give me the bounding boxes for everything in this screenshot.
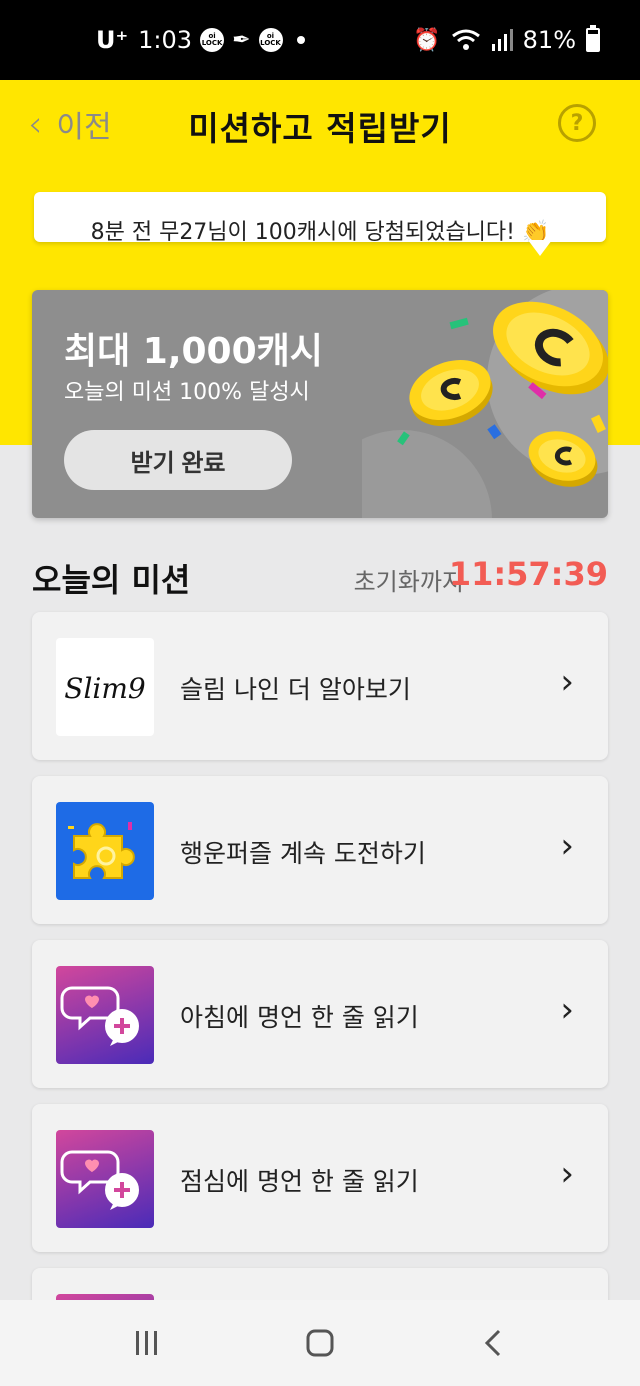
- slim9-logo-text: Slim9: [64, 672, 145, 705]
- back-nav-button[interactable]: [453, 1313, 533, 1373]
- coins-illustration: [362, 290, 608, 518]
- recent-apps-icon: [135, 1331, 157, 1355]
- mission-label: 행운퍼즐 계속 도전하기: [180, 839, 426, 868]
- wifi-icon: [451, 29, 480, 50]
- home-icon: [306, 1329, 334, 1357]
- carrier-label: U⁺: [96, 26, 129, 54]
- battery-icon: [586, 25, 600, 52]
- mission-card-slim9[interactable]: Slim9 슬림 나인 더 알아보기 ›: [32, 612, 608, 760]
- section-title: 오늘의 미션: [32, 561, 191, 599]
- system-nav-bar: [0, 1300, 640, 1386]
- banner-subtitle: 오늘의 미션 100% 달성시: [64, 380, 310, 405]
- reset-label: 초기화까지: [353, 568, 464, 596]
- app-bar: ‹ 이전 미션하고 적립받기: [0, 80, 640, 170]
- chevron-right-icon: ›: [560, 826, 574, 866]
- banner-title: 최대 1,000캐시: [64, 331, 323, 372]
- alarm-icon: ⏰: [413, 27, 441, 53]
- recent-apps-button[interactable]: [107, 1313, 187, 1373]
- mission-card-morning-quote[interactable]: 아침에 명언 한 줄 읽기 ›: [32, 940, 608, 1088]
- battery-percent: 81%: [522, 26, 576, 54]
- oi-lock-icon: oi LOCK: [258, 28, 283, 52]
- reward-banner: 최대 1,000캐시 오늘의 미션 100% 달성시 받기 완료: [32, 290, 608, 518]
- mission-label: 슬림 나인 더 알아보기: [180, 675, 411, 704]
- winner-ticker: 8분 전 무27님이 100캐시에 당첨되었습니다! 👏: [34, 192, 606, 242]
- mission-card-puzzle[interactable]: 행운퍼즐 계속 도전하기 ›: [32, 776, 608, 924]
- ticker-tail: [528, 240, 552, 256]
- oi-lock-icon: oi LOCK: [200, 28, 225, 52]
- clock: 1:03: [138, 26, 193, 54]
- help-button[interactable]: ?: [558, 104, 596, 142]
- slim9-logo: Slim9: [56, 638, 154, 736]
- claim-complete-button[interactable]: 받기 완료: [64, 430, 292, 490]
- back-nav-icon: [485, 1329, 501, 1357]
- reset-countdown: 11:57:39: [448, 555, 608, 593]
- mission-label: 아침에 명언 한 줄 읽기: [180, 1003, 419, 1032]
- status-bar: U⁺ 1:03 oi LOCK ✒ oi LOCK ⏰ 81%: [0, 0, 640, 80]
- mission-card-lunch-quote[interactable]: 점심에 명언 한 줄 읽기 ›: [32, 1104, 608, 1252]
- chevron-right-icon: ›: [560, 662, 574, 702]
- ticker-text: 8분 전 무27님이 100캐시에 당첨되었습니다! 👏: [90, 220, 550, 242]
- signal-icon: [491, 29, 513, 51]
- mission-label: 점심에 명언 한 줄 읽기: [180, 1167, 419, 1196]
- chevron-right-icon: ›: [560, 990, 574, 1030]
- chat-bubbles-icon: [56, 966, 154, 1064]
- chat-bubbles-icon: [56, 1130, 154, 1228]
- feather-icon: ✒: [232, 27, 251, 53]
- notification-dot-icon: [296, 36, 305, 44]
- page-title: 미션하고 적립받기: [188, 109, 452, 148]
- puzzle-icon: [56, 802, 154, 900]
- help-icon: ?: [570, 110, 584, 136]
- home-button[interactable]: [280, 1313, 360, 1373]
- chevron-right-icon: ›: [560, 1154, 574, 1194]
